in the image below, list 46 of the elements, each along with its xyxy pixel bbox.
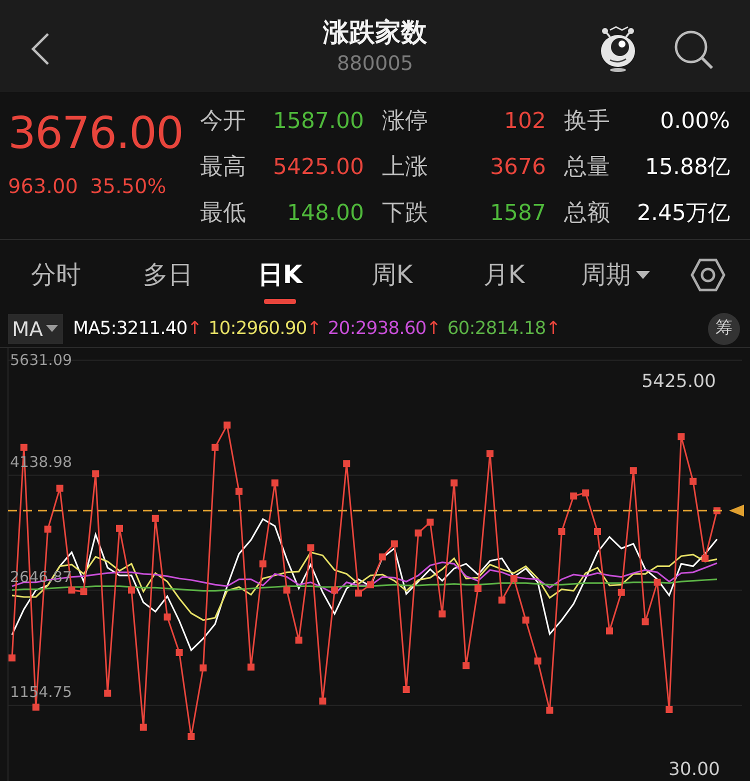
axis-label: 5631.09 [10, 351, 72, 370]
stat-value: 1587.00 [272, 108, 365, 136]
stat-label: 换手 [563, 106, 611, 136]
trend-arrow: ↑ [306, 317, 322, 341]
chart-tab[interactable]: 周期 [560, 240, 672, 310]
trend-arrow: ↑ [546, 317, 561, 341]
stat-value: 102 [503, 108, 547, 136]
stat-label: 最低 [199, 198, 247, 228]
current-price: 3676.00 [8, 107, 184, 161]
stat-label: 最高 [199, 152, 247, 182]
stat-value: 0.00% [659, 108, 731, 136]
stat-label: 今开 [199, 106, 247, 136]
stock-code: 880005 [336, 50, 414, 76]
trend-arrow: ↑ [426, 317, 442, 341]
stat-value: 2.45万亿 [636, 200, 731, 228]
chart-tab[interactable]: 分时 [0, 240, 112, 310]
ma-value: 2814.18 [474, 317, 546, 341]
ma-value: 2960.90 [236, 317, 307, 341]
chart-tab[interactable]: 日K [224, 240, 336, 310]
ma-label: 20: [328, 317, 356, 341]
ma-label: 60: [447, 317, 475, 341]
stat-value: 3676 [489, 154, 547, 182]
ma-value: 3211.40 [116, 317, 188, 341]
stat-value: 15.88亿 [644, 154, 731, 182]
ma-label: 10: [208, 317, 236, 341]
chart-tab[interactable]: 月K [448, 240, 560, 310]
stat-label: 总额 [563, 198, 611, 228]
stat-label: 上涨 [381, 152, 429, 182]
stat-value: 1587 [489, 200, 547, 228]
chart-tab[interactable]: 周K [336, 240, 448, 310]
window-title: 涨跌家数 [323, 17, 427, 50]
stat-value: 148.00 [286, 200, 365, 228]
chip-button[interactable]: 筹 [708, 312, 740, 344]
indicator-dropdown[interactable]: MA [8, 314, 63, 344]
stat-label: 涨停 [381, 106, 429, 136]
price-change: 963.00 [8, 173, 78, 200]
min-label: 30.00 [668, 759, 720, 781]
chart-tab[interactable]: 多日 [112, 240, 224, 310]
stat-value: 5425.00 [272, 154, 365, 182]
max-label: 5425.00 [642, 370, 716, 394]
trend-arrow: ↑ [187, 317, 202, 341]
ma-label: MA5: [72, 317, 116, 341]
stat-label: 总量 [563, 152, 611, 182]
stat-label: 下跌 [381, 198, 429, 228]
change-percent: 35.50% [90, 173, 166, 200]
ma-value: 2938.60 [355, 317, 426, 341]
